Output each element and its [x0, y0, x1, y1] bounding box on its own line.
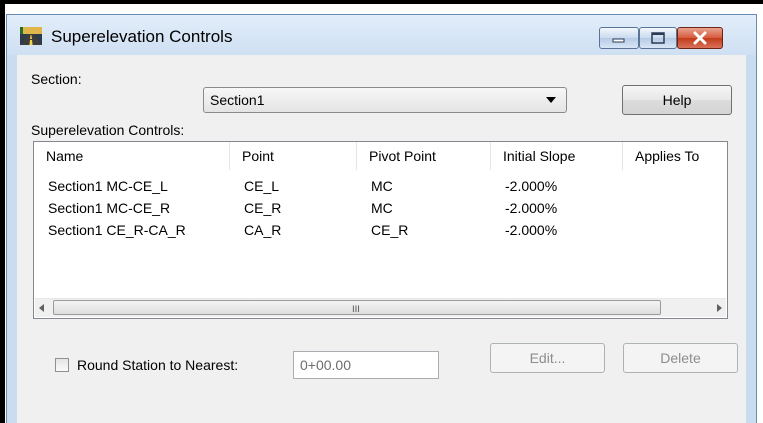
column-applies-to[interactable]: Applies To	[623, 142, 727, 170]
cell-initial-slope: -2.000%	[505, 200, 558, 216]
maximize-button[interactable]	[639, 27, 677, 49]
scrollbar-thumb[interactable]: III	[53, 300, 661, 315]
controls-list[interactable]: Name Point Pivot Point Initial Slope App…	[33, 141, 728, 319]
scroll-left-icon[interactable]	[39, 304, 44, 312]
table-row[interactable]: Section1 CE_R-CA_R CA_R CE_R -2.000%	[34, 219, 727, 241]
close-icon	[693, 31, 707, 45]
cell-initial-slope: -2.000%	[505, 222, 558, 238]
minimize-icon	[612, 38, 625, 43]
help-button[interactable]: Help	[622, 85, 732, 115]
close-button[interactable]	[677, 27, 723, 49]
cell-pivot-point: MC	[371, 200, 393, 216]
scroll-right-icon[interactable]	[717, 304, 722, 312]
screenshot-border-left	[0, 0, 5, 423]
cell-point: CA_R	[244, 222, 282, 238]
title-bar[interactable]: Superelevation Controls	[7, 15, 756, 55]
column-name[interactable]: Name	[34, 142, 230, 170]
column-pivot-point[interactable]: Pivot Point	[357, 142, 491, 170]
list-header: Name Point Pivot Point Initial Slope App…	[34, 142, 727, 170]
section-label: Section:	[31, 71, 82, 87]
superelevation-controls-dialog: Superelevation Controls Section: Section…	[6, 14, 757, 423]
cell-point: CE_R	[244, 200, 282, 216]
cell-name: Section1 MC-CE_R	[48, 200, 171, 216]
section-dropdown[interactable]: Section1	[203, 87, 567, 113]
superelevation-controls-label: Superelevation Controls:	[31, 122, 185, 138]
cell-name: Section1 CE_R-CA_R	[48, 222, 186, 238]
scrollbar-grip: III	[352, 305, 360, 315]
round-station-input[interactable]: 0+00.00	[293, 351, 439, 379]
round-station-checkbox[interactable]	[55, 358, 69, 372]
dialog-body: Section: Section1 Help Superelevation Co…	[17, 55, 746, 423]
section-dropdown-value: Section1	[210, 92, 265, 108]
column-point[interactable]: Point	[230, 142, 357, 170]
cell-name: Section1 MC-CE_L	[48, 178, 168, 194]
edit-button[interactable]: Edit...	[490, 343, 605, 373]
minimize-button[interactable]	[599, 27, 639, 49]
cell-pivot-point: CE_R	[371, 222, 409, 238]
cell-initial-slope: -2.000%	[505, 178, 558, 194]
road-icon	[20, 27, 42, 45]
column-initial-slope[interactable]: Initial Slope	[491, 142, 623, 170]
window-title: Superelevation Controls	[51, 27, 233, 46]
screenshot-border-top	[0, 0, 763, 4]
table-row[interactable]: Section1 MC-CE_L CE_L MC -2.000%	[34, 175, 727, 197]
table-row[interactable]: Section1 MC-CE_R CE_R MC -2.000%	[34, 197, 727, 219]
horizontal-scrollbar[interactable]: III	[35, 298, 726, 317]
maximize-icon	[651, 32, 665, 44]
delete-button[interactable]: Delete	[623, 343, 738, 373]
cell-pivot-point: MC	[371, 178, 393, 194]
round-station-label: Round Station to Nearest:	[77, 357, 239, 373]
cell-point: CE_L	[244, 178, 280, 194]
chevron-down-icon[interactable]	[546, 97, 556, 103]
